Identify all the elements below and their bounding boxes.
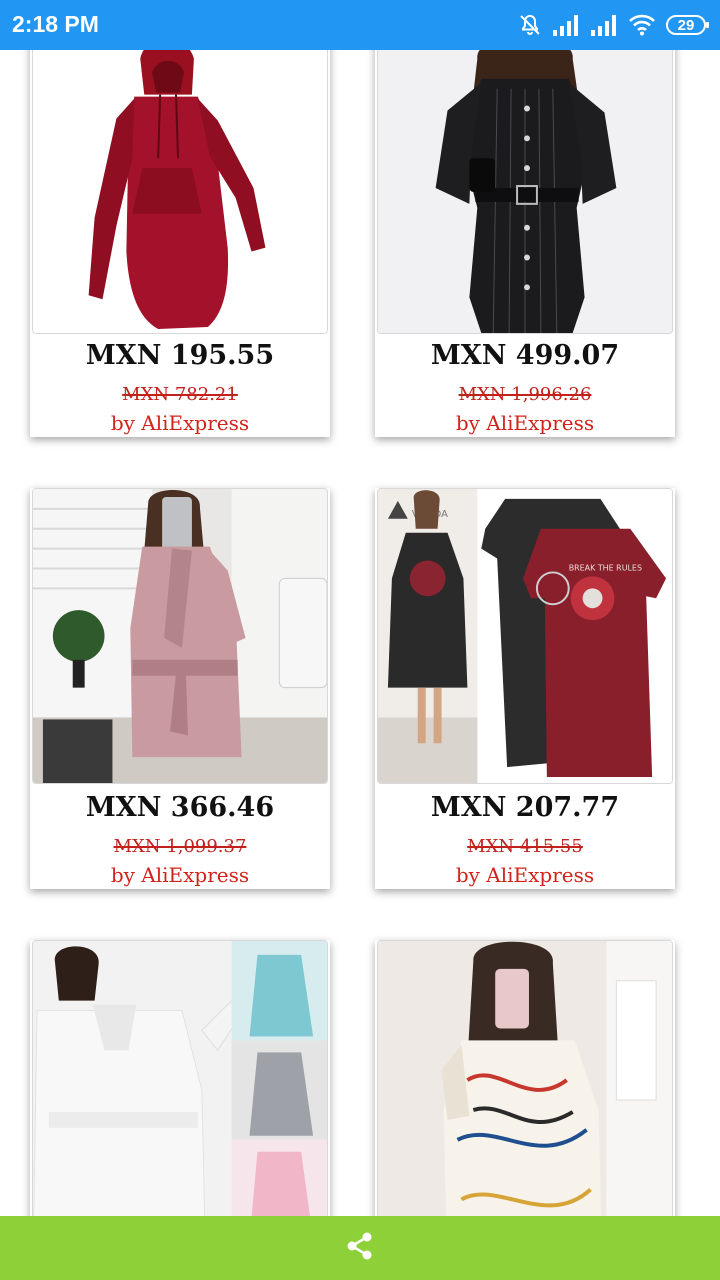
product-old-price: MXN 415.55	[467, 836, 583, 857]
product-price: MXN 366.46	[85, 792, 275, 823]
notifications-muted-icon	[518, 13, 542, 37]
svg-text:BREAK THE RULES: BREAK THE RULES	[569, 563, 642, 572]
product-seller: by AliExpress	[110, 863, 250, 887]
product-seller: by AliExpress	[110, 411, 250, 435]
product-card[interactable]: VONDA BREAK THE RULES MXN 207.77 MXN 415…	[375, 488, 675, 889]
product-card[interactable]	[30, 940, 330, 1216]
product-image[interactable]	[32, 50, 328, 334]
battery-icon: 29	[666, 15, 709, 35]
product-old-price: MXN 1,996.26	[458, 384, 592, 405]
product-old-price: MXN 1,099.37	[113, 836, 247, 857]
product-card[interactable]	[375, 940, 675, 1216]
product-image[interactable]	[32, 488, 328, 784]
product-grid[interactable]: MXN 195.55 MXN 782.21 by AliExpress MXN …	[0, 50, 720, 1216]
status-icons: 29	[518, 12, 709, 38]
product-card[interactable]: MXN 195.55 MXN 782.21 by AliExpress	[30, 50, 330, 437]
share-icon[interactable]	[345, 1231, 375, 1265]
status-bar: 2:18 PM 29	[0, 0, 720, 50]
product-seller: by AliExpress	[455, 863, 595, 887]
product-old-price: MXN 782.21	[122, 384, 238, 405]
product-card[interactable]: MXN 366.46 MXN 1,099.37 by AliExpress	[30, 488, 330, 889]
signal-icon	[552, 14, 580, 36]
product-image[interactable]	[377, 940, 673, 1216]
product-image[interactable]	[377, 50, 673, 334]
signal-icon-2	[590, 14, 618, 36]
product-card[interactable]: MXN 499.07 MXN 1,996.26 by AliExpress	[375, 50, 675, 437]
product-price: MXN 499.07	[430, 340, 620, 371]
product-price: MXN 207.77	[430, 792, 620, 823]
product-image[interactable]	[32, 940, 328, 1216]
product-seller: by AliExpress	[455, 411, 595, 435]
wifi-icon	[628, 14, 656, 36]
bottom-share-bar[interactable]	[0, 1216, 720, 1280]
product-image[interactable]: VONDA BREAK THE RULES	[377, 488, 673, 784]
status-time: 2:18 PM	[12, 11, 99, 37]
product-price: MXN 195.55	[85, 340, 275, 371]
